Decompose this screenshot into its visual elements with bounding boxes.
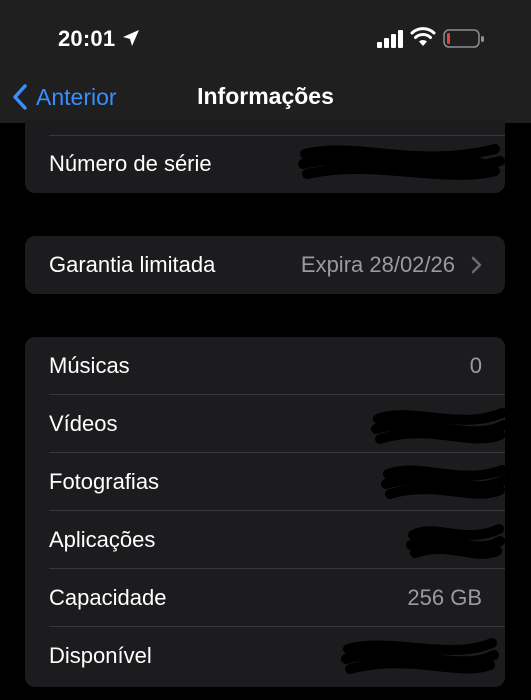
list-item: Capacidade 256 GB [25,569,505,627]
row-label: Disponível [49,643,152,668]
wifi-icon [410,27,436,46]
redaction-scribble [381,465,505,499]
status-bar: 20:01 [0,0,531,75]
list-item: Vídeos [25,395,505,453]
page-title: Informações [197,83,334,109]
redaction-scribble [341,638,499,674]
redaction-scribble [298,144,505,180]
redaction-scribble [406,524,505,559]
warranty-value: Expira 28/02/26 [300,252,455,277]
warranty-group: Garantia limitada Expira 28/02/26 [25,236,505,294]
row-value: 0 [469,353,482,378]
chevron-right-icon [471,256,482,274]
list-item: Fotografias [25,453,505,511]
status-time: 20:01 [58,26,116,51]
location-arrow-icon [123,30,139,46]
stats-group: Músicas 0 Vídeos Fotografias Aplicações … [25,337,505,687]
serial-group: Número de série [25,120,505,193]
list-item: Disponível [25,627,505,685]
row-label: Fotografias [49,469,160,494]
row-value: 256 GB [407,585,482,610]
row-label: Capacidade [49,585,167,610]
row-label: Músicas [49,353,130,378]
list-item: Músicas 0 [25,337,505,395]
serial-row: Número de série [25,135,505,193]
row-label: Aplicações [49,527,156,552]
row-label: Vídeos [49,411,118,436]
cellular-signal-icon [377,30,403,48]
warranty-label: Garantia limitada [49,252,216,277]
redaction-scribble [371,408,505,444]
warranty-row[interactable]: Garantia limitada Expira 28/02/26 [25,236,505,294]
nav-bar: Anterior Informações [0,75,531,123]
serial-label: Número de série [49,151,212,176]
list-item: Aplicações [25,511,505,569]
battery-low-icon [443,29,484,48]
